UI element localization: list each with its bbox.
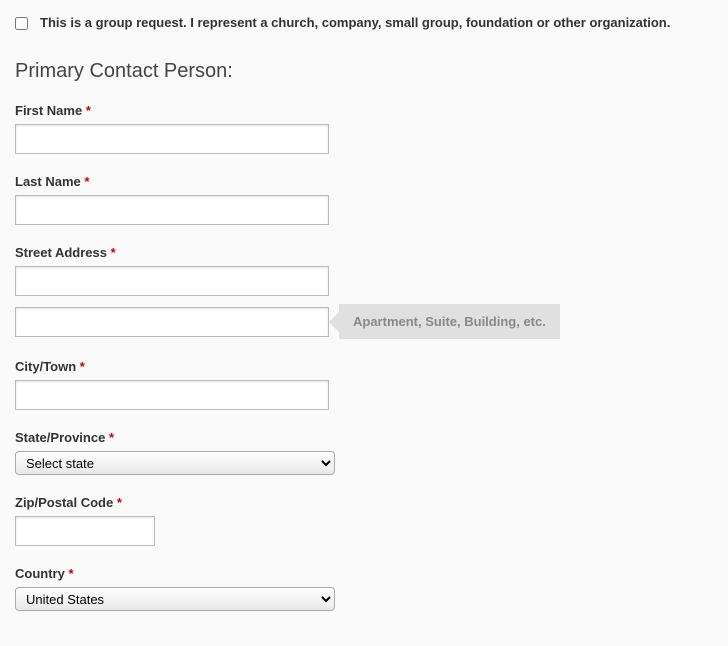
required-marker: * (117, 495, 122, 510)
first-name-input[interactable] (15, 124, 329, 154)
section-title: Primary Contact Person: (15, 60, 713, 83)
first-name-group: First Name * (15, 103, 713, 154)
required-marker: * (109, 430, 114, 445)
group-request-row: This is a group request. I represent a c… (15, 15, 713, 30)
state-group: State/Province * Select state (15, 430, 713, 475)
zip-group: Zip/Postal Code * (15, 495, 713, 546)
last-name-group: Last Name * (15, 174, 713, 225)
group-request-label: This is a group request. I represent a c… (40, 15, 670, 30)
city-input[interactable] (15, 380, 329, 410)
street-address-input-2[interactable] (15, 307, 329, 337)
city-group: City/Town * (15, 359, 713, 410)
group-request-checkbox[interactable] (15, 17, 28, 30)
street-address-row-2: Apartment, Suite, Building, etc. (15, 304, 713, 339)
required-marker: * (84, 174, 89, 189)
required-marker: * (111, 245, 116, 260)
required-marker: * (68, 566, 73, 581)
country-select[interactable]: United States (15, 587, 335, 611)
first-name-label: First Name * (15, 103, 713, 118)
last-name-label: Last Name * (15, 174, 713, 189)
street-address-label-text: Street Address (15, 245, 107, 260)
required-marker: * (86, 103, 91, 118)
country-group: Country * United States (15, 566, 713, 611)
last-name-label-text: Last Name (15, 174, 81, 189)
zip-label-text: Zip/Postal Code (15, 495, 113, 510)
zip-input[interactable] (15, 516, 155, 546)
state-label-text: State/Province (15, 430, 105, 445)
address-hint: Apartment, Suite, Building, etc. (339, 304, 560, 339)
street-address-group: Street Address * Apartment, Suite, Build… (15, 245, 713, 339)
city-label: City/Town * (15, 359, 713, 374)
city-label-text: City/Town (15, 359, 76, 374)
street-address-input-1[interactable] (15, 266, 329, 296)
required-marker: * (80, 359, 85, 374)
country-label: Country * (15, 566, 713, 581)
country-label-text: Country (15, 566, 65, 581)
zip-label: Zip/Postal Code * (15, 495, 713, 510)
state-select[interactable]: Select state (15, 451, 335, 475)
last-name-input[interactable] (15, 195, 329, 225)
first-name-label-text: First Name (15, 103, 82, 118)
state-label: State/Province * (15, 430, 713, 445)
street-address-label: Street Address * (15, 245, 713, 260)
